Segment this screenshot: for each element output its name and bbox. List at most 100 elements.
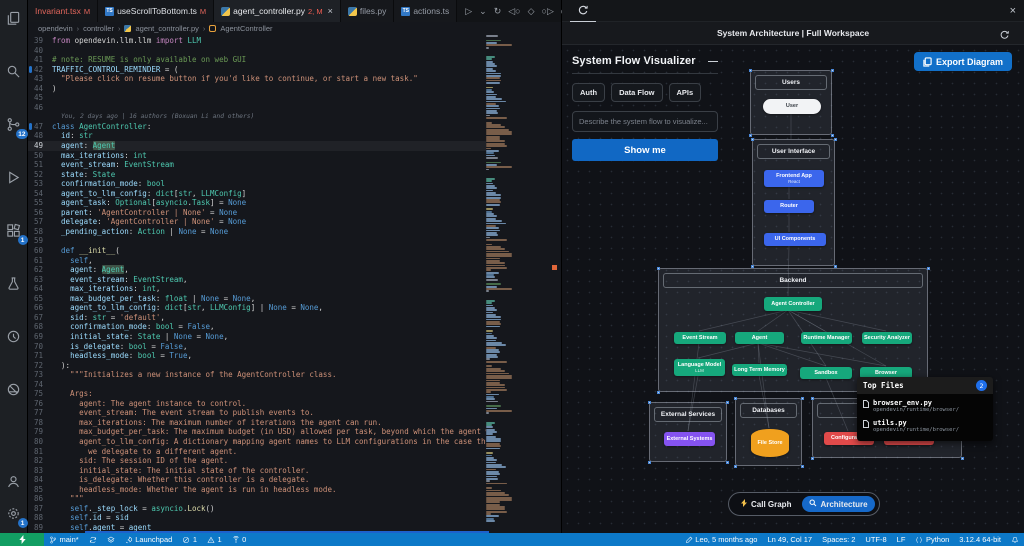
testing-icon[interactable] xyxy=(2,271,26,295)
refresh-icon[interactable] xyxy=(999,27,1010,45)
selection-handle[interactable] xyxy=(734,397,737,400)
diagram-node-long-term-memory[interactable]: Long Term Memory xyxy=(732,364,787,376)
extension-logo-icon[interactable] xyxy=(570,0,596,22)
toggle-architecture[interactable]: Architecture xyxy=(802,496,874,512)
minimap[interactable] xyxy=(486,35,512,533)
remote-explorer-icon[interactable] xyxy=(2,377,26,401)
tooltip-file-item[interactable]: utils.pyopendevin/runtime/browser/ xyxy=(863,417,987,438)
selection-handle[interactable] xyxy=(749,134,752,137)
status-layers[interactable] xyxy=(102,535,120,544)
explorer-icon[interactable] xyxy=(2,6,26,30)
extensions-icon[interactable]: 1 xyxy=(2,218,26,242)
diagram-canvas[interactable]: Export Diagram System Flow Visualizer — … xyxy=(562,45,1024,533)
status-launchpad[interactable]: Launchpad xyxy=(120,535,178,544)
flow-description-input[interactable]: Describe the system flow to visualize... xyxy=(572,111,718,132)
selection-handle[interactable] xyxy=(749,69,752,72)
diagram-node-file-store[interactable]: File Store xyxy=(751,429,789,457)
step-back-icon[interactable]: ◁○ xyxy=(508,6,520,17)
close-tab-icon[interactable]: × xyxy=(328,6,333,16)
diagram-node-user[interactable]: User xyxy=(763,99,821,114)
toggle-call-graph[interactable]: Call Graph xyxy=(733,496,798,512)
status-leo-5-months-ago[interactable]: Leo, 5 months ago xyxy=(680,535,763,544)
status-ln-49-col-17[interactable]: Ln 49, Col 17 xyxy=(762,535,817,544)
run-icon[interactable]: ▷ xyxy=(465,6,472,17)
selection-handle[interactable] xyxy=(831,134,834,137)
selection-handle[interactable] xyxy=(834,138,837,141)
status-1[interactable]: 1 xyxy=(202,535,227,544)
tooltip-file-item[interactable]: browser_env.pyopendevin/runtime/browser/ xyxy=(863,396,987,417)
diagram-node-agent[interactable]: Agent xyxy=(735,332,784,344)
chip-auth[interactable]: Auth xyxy=(572,83,605,102)
selection-handle[interactable] xyxy=(734,465,737,468)
search-icon[interactable] xyxy=(2,59,26,83)
timeline-icon[interactable] xyxy=(2,324,26,348)
diagram-node-ui-components[interactable]: UI Components xyxy=(764,233,826,246)
selection-handle[interactable] xyxy=(726,401,729,404)
status-python[interactable]: Python xyxy=(910,535,954,544)
chip-apis[interactable]: APIs xyxy=(669,83,702,102)
restart-icon[interactable]: ↻ xyxy=(494,6,502,17)
diagram-group-databases[interactable]: DatabasesFile Store xyxy=(735,398,802,466)
tab-files.py[interactable]: files.py xyxy=(341,0,394,22)
selection-handle[interactable] xyxy=(751,138,754,141)
remote-indicator[interactable] xyxy=(0,533,44,546)
settings-icon[interactable]: 1 xyxy=(2,501,26,525)
selection-handle[interactable] xyxy=(657,391,660,394)
status-utf-8[interactable]: UTF-8 xyxy=(860,535,891,544)
selection-handle[interactable] xyxy=(726,461,729,464)
status-bell[interactable] xyxy=(1006,536,1024,544)
tab-useScrollToBottom.ts[interactable]: TSuseScrollToBottom.tsM xyxy=(98,0,214,22)
close-icon[interactable]: × xyxy=(1010,5,1016,17)
selection-handle[interactable] xyxy=(657,267,660,270)
diagram-node-security-analyzer[interactable]: Security Analyzer xyxy=(862,332,912,344)
selection-handle[interactable] xyxy=(801,465,804,468)
diagram-group-external-services[interactable]: External ServicesExternal Systems xyxy=(649,402,727,462)
tab-actions.ts[interactable]: TSactions.ts xyxy=(394,0,457,22)
tab-Invariant.tsx[interactable]: Invariant.tsxM xyxy=(28,0,98,22)
diagram-node-language-model[interactable]: Language ModelLLM xyxy=(674,359,725,376)
selection-handle[interactable] xyxy=(648,401,651,404)
status-sync[interactable] xyxy=(84,535,102,544)
diagram-group-backend[interactable]: BackendAgent ControllerEvent StreamAgent… xyxy=(658,268,928,392)
show-me-button[interactable]: Show me xyxy=(572,139,718,161)
step-over-icon[interactable]: ○▷ xyxy=(542,6,554,17)
step-icon[interactable]: ◇ xyxy=(528,6,535,17)
account-icon[interactable] xyxy=(2,469,26,493)
diagram-node-event-stream[interactable]: Event Stream xyxy=(674,332,726,344)
selection-handle[interactable] xyxy=(801,397,804,400)
diagram-group-users[interactable]: UsersUser xyxy=(750,70,832,135)
selection-handle[interactable] xyxy=(831,69,834,72)
tab-agent_controller.py[interactable]: agent_controller.py2, M× xyxy=(214,0,341,22)
diagram-node-runtime-manager[interactable]: Runtime Manager xyxy=(801,332,852,344)
run-debug-icon[interactable] xyxy=(2,165,26,189)
status-main-[interactable]: main* xyxy=(44,535,84,544)
diagram-node-router[interactable]: Router xyxy=(764,200,814,213)
selection-handle[interactable] xyxy=(927,267,930,270)
export-diagram-button[interactable]: Export Diagram xyxy=(914,52,1012,71)
selection-handle[interactable] xyxy=(961,457,964,460)
code-editor[interactable]: 39from opendevin.llm.llm import LLM4041#… xyxy=(28,35,561,533)
breadcrumb[interactable]: opendevin›controller›agent_controller.py… xyxy=(28,22,561,35)
status-lf[interactable]: LF xyxy=(892,535,911,544)
git-blame-lens[interactable]: You, 2 days ago | 16 authors (Boxuan Li … xyxy=(28,112,486,122)
breadcrumb-item[interactable]: controller xyxy=(83,24,114,33)
status-1[interactable]: 1 xyxy=(177,535,202,544)
breadcrumb-item[interactable]: agent_controller.py xyxy=(135,24,198,33)
chip-data-flow[interactable]: Data Flow xyxy=(611,83,662,102)
diagram-node-agent-controller[interactable]: Agent Controller xyxy=(764,297,822,311)
status-spaces-2[interactable]: Spaces: 2 xyxy=(817,535,860,544)
run-dropdown-icon[interactable]: ⌄ xyxy=(479,6,487,17)
selection-handle[interactable] xyxy=(811,457,814,460)
status-0[interactable]: 0 xyxy=(227,535,252,544)
diagram-node-external-systems[interactable]: External Systems xyxy=(664,432,715,446)
status-3-12-4-64-bit[interactable]: 3.12.4 64-bit xyxy=(954,535,1006,544)
source-control-icon[interactable]: 12 xyxy=(2,112,26,136)
minimize-icon[interactable]: — xyxy=(708,56,718,67)
selection-handle[interactable] xyxy=(811,397,814,400)
selection-handle[interactable] xyxy=(648,461,651,464)
diagram-node-sandbox[interactable]: Sandbox xyxy=(800,367,852,379)
diagram-node-frontend-app[interactable]: Frontend AppReact xyxy=(764,170,824,187)
breadcrumb-item[interactable]: AgentController xyxy=(220,24,272,33)
diagram-group-user-interface[interactable]: User InterfaceFrontend AppReactRouterUI … xyxy=(752,139,835,266)
breadcrumb-item[interactable]: opendevin xyxy=(38,24,73,33)
